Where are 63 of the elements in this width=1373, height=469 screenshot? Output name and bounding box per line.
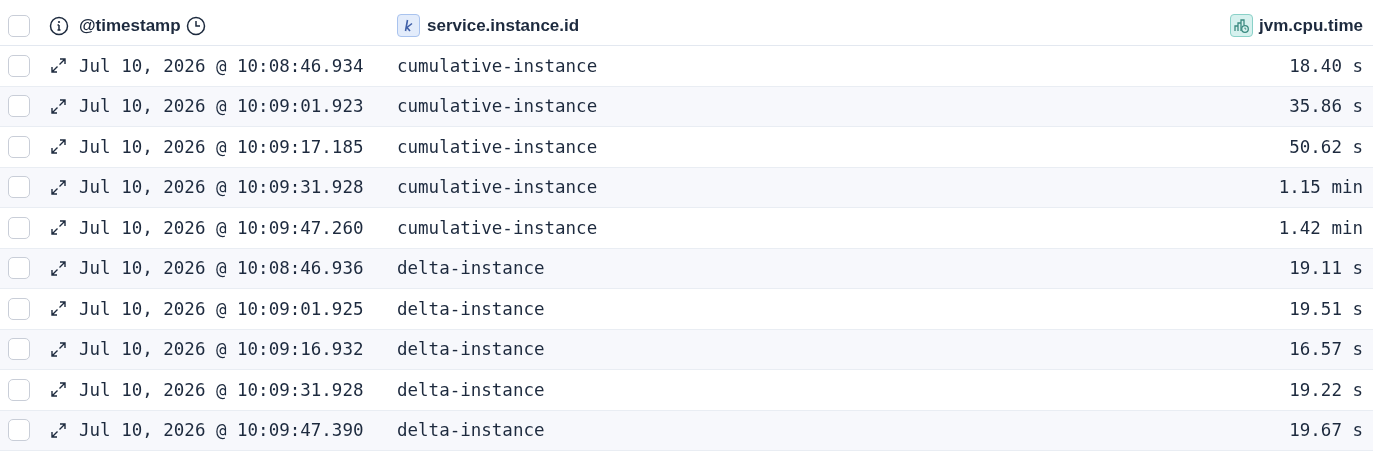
table-cell-text: Jul 10, 2026 @ 10:08:46.934 [79, 54, 365, 78]
table-cell-text: cumulative-instance [397, 54, 599, 78]
table-row[interactable]: Jul 10, 2026 @ 10:09:01.923 cumulative-instance 35.86 s [0, 86, 1373, 127]
table-cell-text: delta-instance [397, 257, 546, 281]
table-cell-text: Jul 10, 2026 @ 10:09:47.390 [79, 419, 365, 443]
table-cell-text: 16.57 s [1289, 338, 1364, 362]
row-checkbox[interactable] [8, 338, 30, 361]
clock-icon [185, 15, 206, 36]
table-cell-text: 19.11 s [1289, 257, 1364, 281]
table-cell-text: Jul 10, 2026 @ 10:09:16.932 [79, 338, 365, 362]
row-checkbox[interactable] [8, 176, 30, 199]
row-checkbox[interactable] [8, 257, 30, 280]
table-cell-text: Jul 10, 2026 @ 10:09:47.260 [79, 216, 365, 240]
expand-icon[interactable] [50, 97, 67, 115]
expand-icon[interactable] [50, 219, 67, 237]
table-cell-text: Jul 10, 2026 @ 10:09:17.185 [79, 135, 365, 159]
row-checkbox[interactable] [8, 419, 30, 442]
table-cell-text: Jul 10, 2026 @ 10:09:31.928 [79, 378, 365, 402]
expand-icon[interactable] [50, 57, 67, 75]
keyword-type-icon [397, 14, 420, 37]
table-cell-text: delta-instance [397, 419, 546, 443]
table-cell-text: 35.86 s [1289, 95, 1364, 119]
table-cell-text: delta-instance [397, 378, 546, 402]
column-header[interactable]: jvm.cpu.time [1259, 12, 1363, 39]
table-cell-text: delta-instance [397, 297, 546, 321]
metric-type-icon [1230, 14, 1254, 37]
row-checkbox[interactable] [8, 135, 30, 158]
table-cell-text: 19.51 s [1289, 297, 1364, 321]
table-row[interactable]: Jul 10, 2026 @ 10:09:16.932 delta-instance 16.57 s [0, 329, 1373, 370]
row-checkbox[interactable] [8, 297, 30, 320]
table-cell-text: 18.40 s [1289, 54, 1364, 78]
expand-icon[interactable] [50, 381, 67, 399]
table-cell-text: Jul 10, 2026 @ 10:09:31.928 [79, 176, 365, 200]
table-cell-text: 1.15 min [1278, 176, 1364, 200]
row-checkbox[interactable] [8, 54, 30, 77]
row-checkbox[interactable] [8, 378, 30, 401]
row-checkbox[interactable] [8, 216, 30, 239]
table-cell-text: 19.67 s [1289, 419, 1364, 443]
expand-icon[interactable] [50, 300, 67, 318]
column-header[interactable]: service.instance.id [427, 12, 580, 39]
row-checkbox[interactable] [8, 95, 30, 118]
table-cell-text: Jul 10, 2026 @ 10:09:01.925 [79, 297, 365, 321]
table-cell-text: 50.62 s [1289, 135, 1364, 159]
expand-icon[interactable] [50, 340, 67, 358]
table-cell-text: delta-instance [397, 338, 546, 362]
table-cell-text: Jul 10, 2026 @ 10:08:46.936 [79, 257, 365, 281]
expand-icon[interactable] [50, 138, 67, 156]
expand-icon[interactable] [50, 421, 67, 439]
table-cell-text: cumulative-instance [397, 216, 599, 240]
table-cell-text: cumulative-instance [397, 176, 599, 200]
table-cell-text: 19.22 s [1289, 378, 1364, 402]
table-row[interactable]: Jul 10, 2026 @ 10:09:47.390 delta-instance 19.67 s [0, 410, 1373, 451]
table-cell-text: Jul 10, 2026 @ 10:09:01.923 [79, 95, 365, 119]
table-cell-text: 1.42 min [1278, 216, 1364, 240]
table-cell-text: cumulative-instance [397, 135, 599, 159]
table-row[interactable]: Jul 10, 2026 @ 10:09:31.928 cumulative-instance 1.15 min [0, 167, 1373, 208]
info-icon[interactable] [48, 15, 69, 36]
expand-icon[interactable] [50, 178, 67, 196]
table-cell-text: cumulative-instance [397, 95, 599, 119]
expand-icon[interactable] [50, 259, 67, 277]
column-header[interactable]: @timestamp [79, 12, 181, 39]
row-checkbox[interactable] [8, 14, 30, 37]
table-row[interactable]: Jul 10, 2026 @ 10:08:46.936 delta-instance 19.11 s [0, 248, 1373, 289]
